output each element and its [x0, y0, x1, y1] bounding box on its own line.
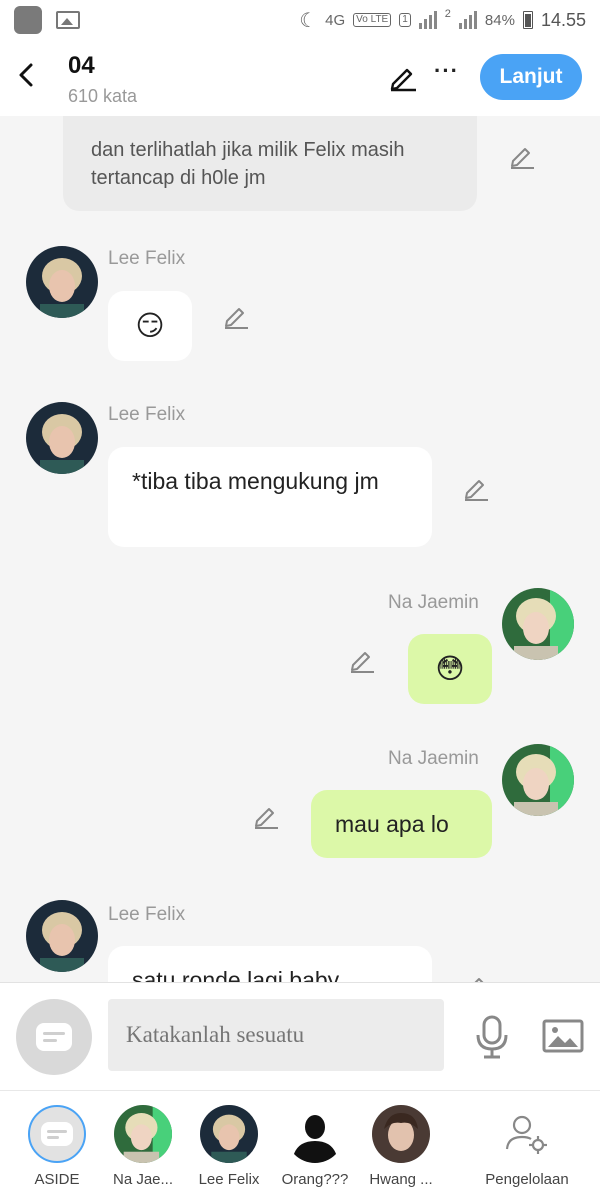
message-input[interactable] [108, 999, 444, 1071]
aside-toggle-button[interactable] [16, 999, 92, 1075]
volte-badge: Vo LTE [353, 13, 392, 27]
avatar-lee-felix[interactable] [26, 402, 98, 474]
edit-message-icon[interactable] [222, 302, 250, 330]
clock: 14.55 [540, 9, 586, 30]
chat-area[interactable]: dan terlihatlah jika milik Felix masih t… [0, 116, 600, 982]
avatar-lee-felix[interactable] [26, 246, 98, 318]
character-na-jaemin[interactable]: Na Jae... [100, 1091, 186, 1200]
manage-user-icon [505, 1115, 547, 1154]
avatar-lee-felix[interactable] [26, 900, 98, 972]
avatar [286, 1105, 344, 1163]
edit-message-icon[interactable] [252, 802, 280, 830]
network-type: 4G [325, 11, 346, 29]
character-label: Na Jae... [112, 1171, 174, 1188]
avatar-na-jaemin[interactable] [502, 588, 574, 660]
sender-name: Lee Felix [108, 404, 186, 425]
sim1-badge: 1 [399, 13, 411, 27]
avatar [372, 1105, 430, 1163]
do-not-disturb-icon: ☾ [299, 9, 318, 32]
message-bubble[interactable]: *tiba tiba mengukung jm [108, 447, 432, 547]
character-label: ASIDE [34, 1171, 80, 1188]
more-options-icon[interactable]: ··· [434, 58, 459, 84]
character-label: Lee Felix [198, 1171, 260, 1188]
chapter-title: 04 [68, 52, 95, 79]
message-icon [36, 1023, 72, 1051]
sim2-label: 2 [444, 7, 451, 20]
avatar [114, 1105, 172, 1163]
manage-characters[interactable]: Pengelolaan [484, 1091, 570, 1200]
sender-name: Na Jaemin [388, 748, 479, 769]
signal-icon-1 [418, 11, 437, 29]
narration-bubble[interactable]: dan terlihatlah jika milik Felix masih t… [63, 116, 477, 211]
message-bubble[interactable]: 😳 [408, 634, 492, 704]
character-label: Pengelolaan [485, 1171, 569, 1188]
message-text: *tiba tiba mengukung jm [132, 468, 379, 494]
edit-message-icon[interactable] [462, 474, 490, 502]
message-text: mau apa lo [335, 811, 449, 837]
status-bar: ☾ 4G Vo LTE 1 2 84% 14.55 [0, 0, 600, 40]
message-text: 😏 [135, 310, 165, 341]
composer-bar [0, 982, 600, 1090]
sender-name: Lee Felix [108, 904, 186, 925]
character-lee-felix[interactable]: Lee Felix [186, 1091, 272, 1200]
microphone-icon[interactable] [474, 1015, 510, 1059]
image-upload-icon[interactable] [542, 1019, 584, 1053]
app-header: 04 610 kata ··· Lanjut [0, 40, 600, 116]
edit-message-icon[interactable] [508, 142, 536, 170]
image-notification-icon [56, 11, 80, 29]
sender-name: Lee Felix [108, 248, 186, 269]
edit-title-icon[interactable] [388, 62, 418, 92]
character-label: Orang??? [281, 1171, 349, 1188]
edit-message-icon[interactable] [462, 972, 490, 982]
battery-percent: 84% [484, 11, 515, 29]
message-text: satu ronde lagi baby [132, 967, 340, 982]
sender-name: Na Jaemin [388, 592, 479, 613]
character-aside[interactable]: ASIDE [14, 1091, 100, 1200]
character-label: Hwang ... [369, 1171, 433, 1188]
aside-avatar [28, 1105, 86, 1163]
edit-message-icon[interactable] [348, 646, 376, 674]
message-bubble[interactable]: 😏 [108, 291, 192, 361]
message-icon [41, 1122, 73, 1146]
character-orang[interactable]: Orang??? [272, 1091, 358, 1200]
avatar [200, 1105, 258, 1163]
character-hwang[interactable]: Hwang ... [358, 1091, 444, 1200]
character-bar: ASIDE Na Jae... Lee Felix Orang??? Hwang… [0, 1090, 600, 1200]
word-count: 610 kata [68, 86, 138, 106]
back-arrow-icon[interactable] [14, 62, 40, 88]
message-bubble[interactable]: mau apa lo [311, 790, 492, 858]
message-text: 😳 [435, 653, 465, 684]
next-button[interactable]: Lanjut [480, 54, 582, 100]
message-bubble[interactable]: satu ronde lagi baby [108, 946, 432, 982]
signal-icon-2 [458, 11, 477, 29]
avatar-na-jaemin[interactable] [502, 744, 574, 816]
battery-icon [522, 11, 533, 29]
app-notification-icon [14, 6, 42, 34]
